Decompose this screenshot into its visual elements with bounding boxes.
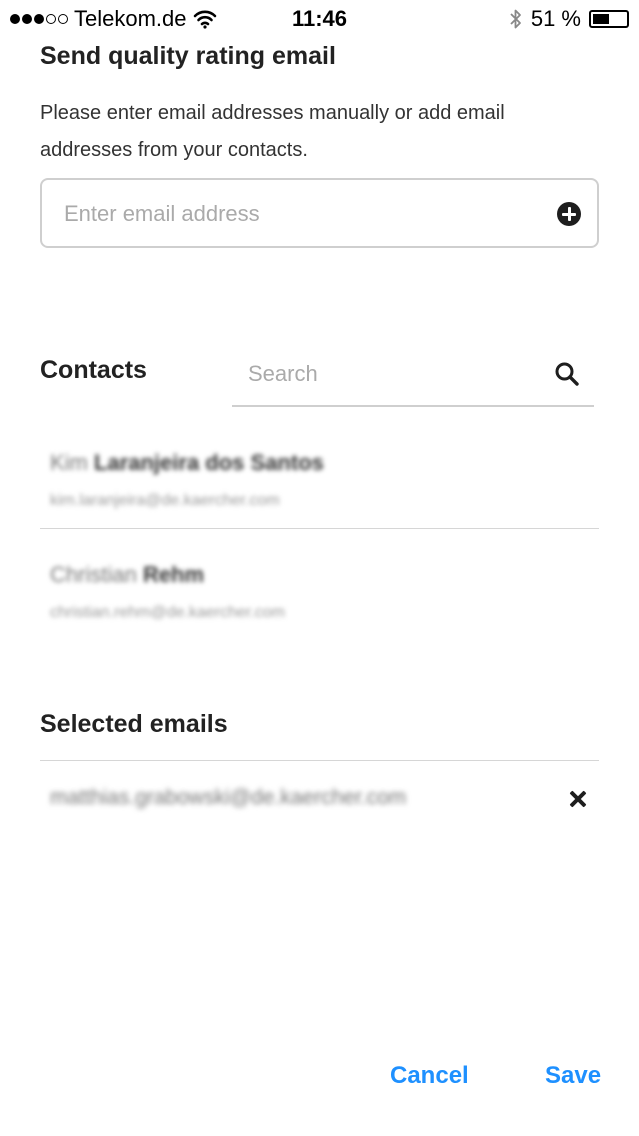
bluetooth-icon [510,9,521,29]
page-description: Please enter email addresses manually or… [40,102,505,161]
cancel-button[interactable]: Cancel [390,1062,469,1090]
page-title: Send quality rating email [40,42,336,70]
contact-name: Kim Laranjeira dos Santos [50,450,324,476]
selected-email-item: matthias.grabowski@de.kaercher.com [40,762,599,838]
remove-email-button[interactable] [567,788,589,810]
contact-email: kim.laranjeira@de.kaercher.com [50,492,280,509]
divider [40,528,599,529]
contacts-heading: Contacts [40,356,147,384]
contact-name: Christian Rehm [50,562,204,588]
save-button[interactable]: Save [545,1062,601,1090]
battery-percent: 51 % [530,6,581,31]
contact-first-name: Christian [50,562,137,587]
search-icon[interactable] [554,361,580,387]
contact-item[interactable]: Christian Rehm christian.rehm@de.kaerche… [40,532,599,644]
contact-item[interactable]: Kim Laranjeira dos Santos kim.laranjeira… [40,420,599,532]
contact-first-name: Kim [50,450,88,475]
status-bar: Telekom.de 11:46 51 % [0,0,639,36]
search-input[interactable] [246,345,540,403]
battery-icon [589,10,629,28]
contact-email: christian.rehm@de.kaercher.com [50,604,285,621]
email-entry-field [40,178,599,248]
email-input[interactable] [62,180,526,248]
battery-level [593,14,609,24]
selected-email-address: matthias.grabowski@de.kaercher.com [50,786,407,809]
status-right: 51 % [509,6,629,32]
contact-search [232,345,594,407]
add-email-button[interactable] [557,202,581,226]
selected-emails-heading: Selected emails [40,710,228,738]
contact-last-name: Laranjeira dos Santos [94,450,324,475]
divider [40,760,599,761]
contact-last-name: Rehm [142,562,205,587]
